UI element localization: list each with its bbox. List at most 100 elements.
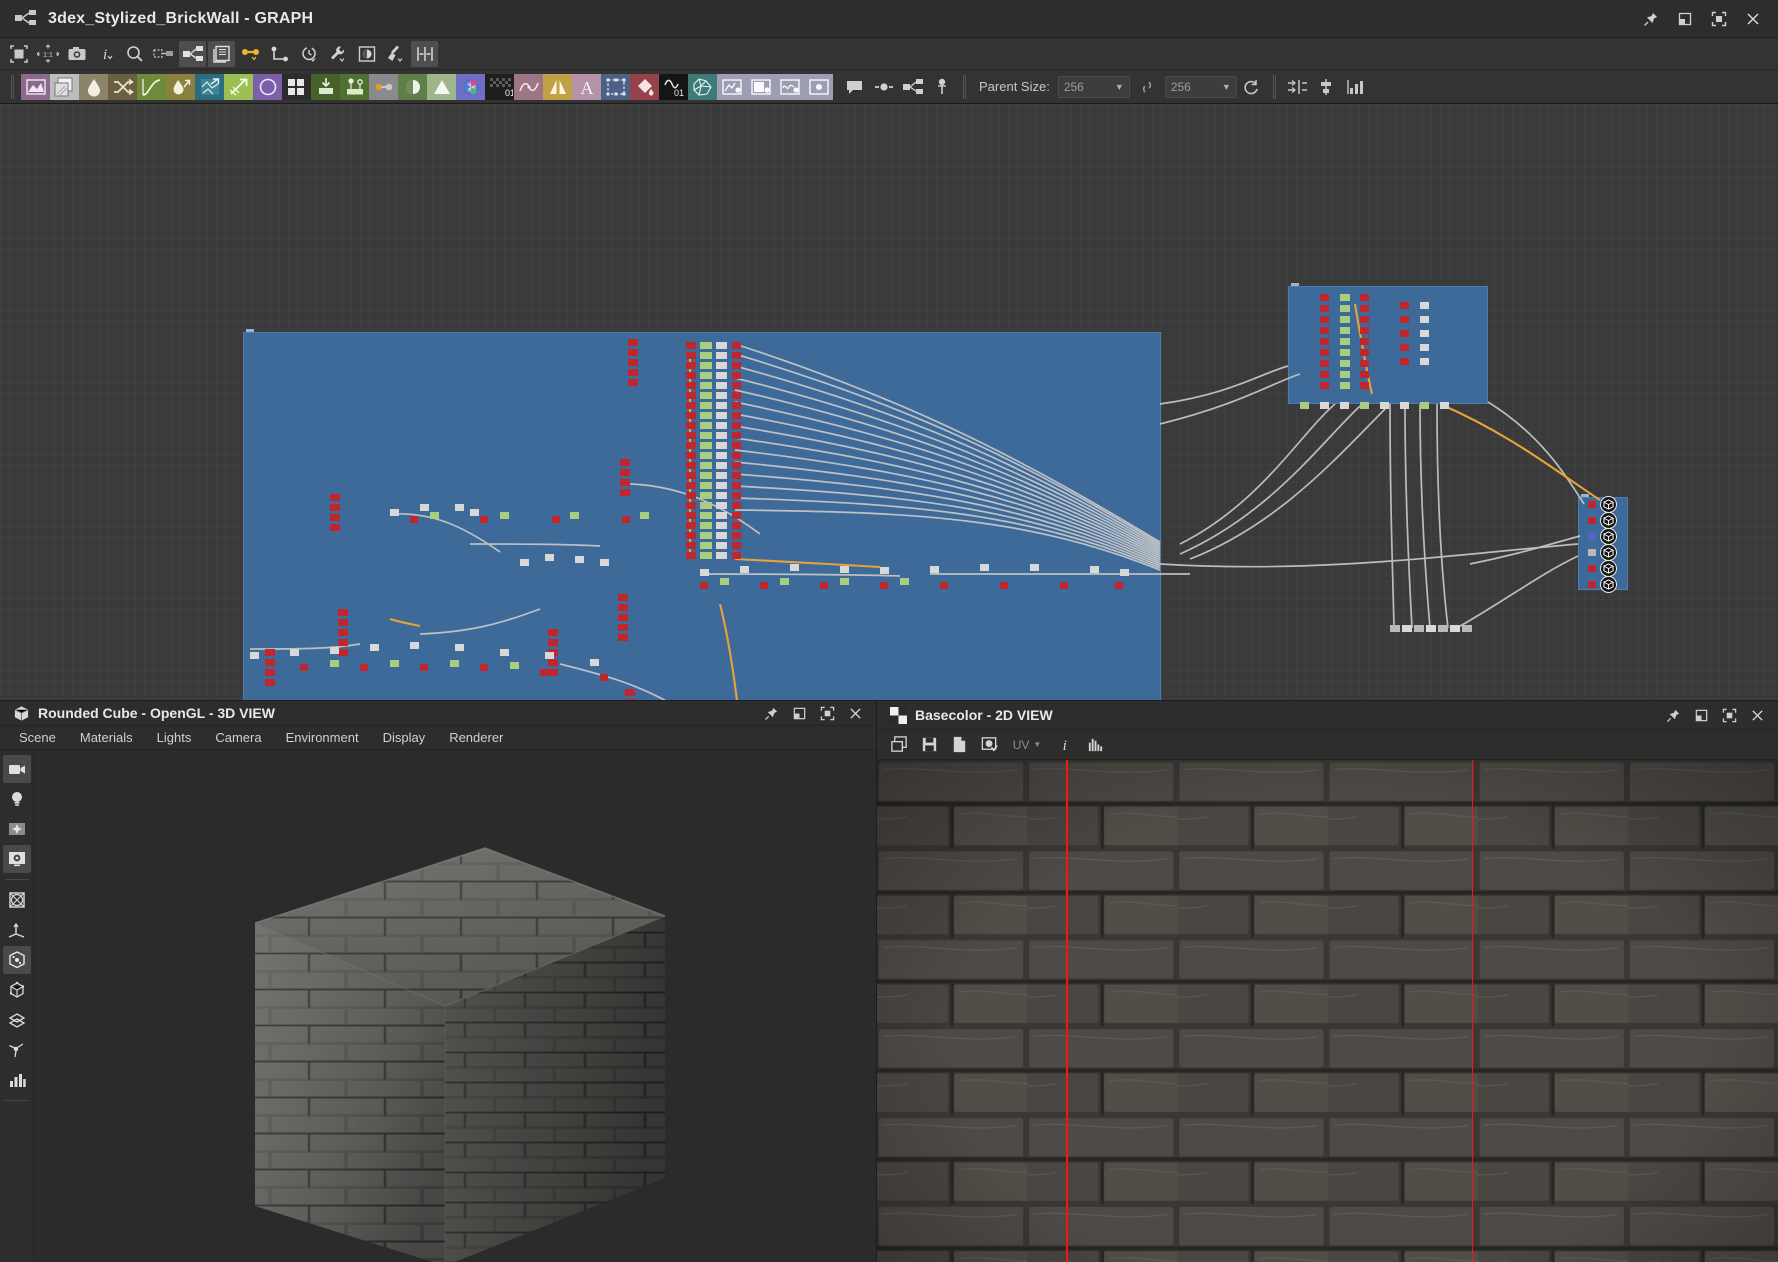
graph-node-red[interactable] (625, 699, 635, 700)
graph-node-white[interactable] (790, 564, 799, 571)
checker-node-button[interactable]: 01 (485, 73, 514, 100)
graph-node-red[interactable] (338, 639, 348, 646)
graph-node-red[interactable] (552, 516, 560, 523)
light-bulb-icon[interactable] (3, 785, 31, 813)
axis-gizmo-icon[interactable] (3, 916, 31, 944)
graph-node-white[interactable] (716, 382, 727, 389)
graph-node-red[interactable] (618, 594, 628, 601)
graph-node-red[interactable] (732, 522, 741, 529)
graph-node-white[interactable] (716, 442, 727, 449)
graph-node-white[interactable] (716, 402, 727, 409)
graph-node-red[interactable] (686, 402, 696, 409)
output-node-button[interactable] (804, 73, 833, 100)
graph-node-red[interactable] (732, 342, 741, 349)
graph-node-green[interactable] (640, 512, 649, 519)
graph-node-white[interactable] (545, 554, 554, 561)
output-input-node[interactable] (1588, 533, 1596, 540)
graph-node-white[interactable] (1090, 566, 1099, 573)
info-italic-icon[interactable]: i (1051, 732, 1079, 758)
graph-node-green[interactable] (1340, 294, 1350, 301)
graph-node-red[interactable] (1400, 344, 1409, 351)
viewport-2d[interactable]: 2048 x 2048 (RGBA, 16bpc) (877, 760, 1778, 1262)
graph-node-red[interactable] (480, 664, 488, 671)
graph-node-white[interactable] (1420, 302, 1429, 309)
graph-node-white[interactable] (250, 652, 259, 659)
fit-ratio-button[interactable]: 1:1 (34, 41, 61, 67)
graph-node-green[interactable] (700, 522, 712, 529)
gradient-map-node-button[interactable] (398, 73, 427, 100)
graph-node-white[interactable] (716, 452, 727, 459)
graph-node-red[interactable] (732, 512, 741, 519)
spacing-button[interactable] (411, 40, 438, 67)
graph-node-green[interactable] (700, 552, 712, 559)
graph-node-green[interactable] (430, 512, 439, 519)
graph-node-white[interactable] (716, 432, 727, 439)
input-color-button[interactable] (746, 73, 775, 100)
graph-node-white[interactable] (716, 462, 727, 469)
graph-node-white[interactable] (716, 502, 727, 509)
graph-node-red[interactable] (732, 462, 741, 469)
graph-node-red[interactable] (1320, 327, 1329, 334)
noise-node-button[interactable]: 01 (659, 73, 688, 100)
graph-node-small[interactable] (1380, 402, 1389, 409)
output-node-6[interactable] (1600, 576, 1617, 593)
timer-button[interactable] (295, 41, 322, 67)
histogram-bars-icon[interactable] (1081, 732, 1109, 758)
close-icon[interactable] (842, 701, 868, 725)
menu-materials[interactable]: Materials (69, 726, 144, 749)
graph-node-white[interactable] (290, 649, 299, 656)
graph-node-red[interactable] (625, 689, 635, 696)
color-wheel-node-button[interactable] (456, 73, 485, 100)
wireframe-square-icon[interactable] (3, 886, 31, 914)
graph-node-red[interactable] (732, 402, 741, 409)
text-node-button[interactable]: A (572, 73, 601, 100)
chain-link-icon[interactable] (1134, 74, 1161, 100)
graph-node-white[interactable] (716, 372, 727, 379)
graph-node-white[interactable] (716, 412, 727, 419)
graph-node-white[interactable] (1420, 358, 1429, 365)
graph-node-small[interactable] (1402, 625, 1412, 632)
menu-lights[interactable]: Lights (146, 726, 203, 749)
graph-node-red[interactable] (1360, 360, 1369, 367)
graph-node-green[interactable] (510, 662, 519, 669)
restore-icon[interactable] (1688, 703, 1714, 727)
graph-node-white[interactable] (590, 659, 599, 666)
graph-node-white[interactable] (600, 559, 609, 566)
output-node-5[interactable] (1600, 560, 1617, 577)
graph-node-red[interactable] (732, 482, 741, 489)
curve-node-button[interactable] (137, 73, 166, 100)
graph-node-white[interactable] (1420, 344, 1429, 351)
graph-node-red[interactable] (618, 614, 628, 621)
input-value-button[interactable] (717, 73, 746, 100)
graph-node-red[interactable] (1320, 382, 1329, 389)
graph-node-small[interactable] (1360, 402, 1369, 409)
bitmap-node-button[interactable] (21, 73, 50, 100)
bow-node-button[interactable] (514, 73, 543, 100)
graph-node-small[interactable] (1414, 625, 1424, 632)
graph-node-red[interactable] (540, 669, 548, 676)
graph-node-small[interactable] (1420, 402, 1429, 409)
graph-node-red[interactable] (686, 372, 696, 379)
graph-node-green[interactable] (700, 482, 712, 489)
graph-node-red[interactable] (1400, 302, 1409, 309)
graph-node-red[interactable] (732, 452, 741, 459)
graph-node-green[interactable] (700, 432, 712, 439)
nav-share-icon[interactable] (899, 74, 926, 100)
graph-node-small[interactable] (1462, 625, 1472, 632)
graph-node-red[interactable] (686, 512, 696, 519)
graph-node-red[interactable] (1360, 327, 1369, 334)
screenshot-button[interactable] (63, 41, 90, 67)
graph-node-red[interactable] (410, 516, 418, 523)
graph-node-red[interactable] (940, 582, 948, 589)
graph-node-red[interactable] (732, 532, 741, 539)
graph-node-green[interactable] (700, 492, 712, 499)
graph-node-white[interactable] (1420, 316, 1429, 323)
graph-node-red[interactable] (820, 582, 828, 589)
graph-node-white[interactable] (420, 504, 429, 511)
graph-node-red[interactable] (732, 352, 741, 359)
graph-node-green[interactable] (900, 578, 909, 585)
graph-node-red[interactable] (686, 532, 696, 539)
graph-node-green[interactable] (1340, 349, 1350, 356)
graph-node-red[interactable] (1360, 382, 1369, 389)
graph-node-red[interactable] (618, 634, 628, 641)
